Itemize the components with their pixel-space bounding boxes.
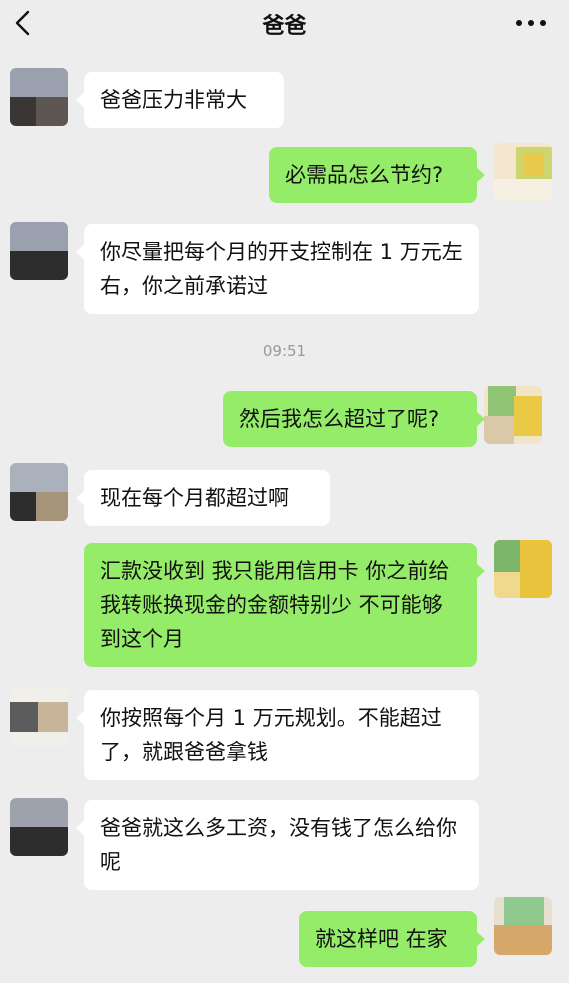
user-avatar[interactable] (494, 897, 552, 955)
contact-avatar[interactable] (10, 463, 68, 521)
message-timestamp: 09:51 (262, 342, 307, 360)
chat-header: 爸爸 (0, 0, 569, 48)
message-bubble-sent[interactable]: 然后我怎么超过了呢? (223, 391, 485, 447)
message-bubble-received[interactable]: 爸爸压力非常大 (76, 72, 284, 128)
chat-screen: 爸爸 爸爸压力非常大 必需品怎么节约? 你尽量把每个月的开支控制在 1 万元左右… (0, 0, 569, 983)
message-bubble-received[interactable]: 你尽量把每个月的开支控制在 1 万元左右，你之前承诺过 (76, 224, 479, 314)
message-bubble-sent[interactable]: 汇款没收到 我只能用信用卡 你之前给我转账换现金的金额特别少 不可能够到这个月 (84, 543, 485, 667)
contact-avatar[interactable] (10, 688, 68, 746)
message-bubble-sent[interactable]: 就这样吧 在家 (299, 911, 485, 967)
contact-avatar[interactable] (10, 68, 68, 126)
message-bubble-sent[interactable]: 必需品怎么节约? (269, 147, 485, 203)
user-avatar[interactable] (494, 540, 552, 598)
contact-avatar[interactable] (10, 798, 68, 856)
chat-title: 爸爸 (262, 14, 307, 39)
ellipsis-icon (516, 20, 546, 26)
message-bubble-received[interactable]: 你按照每个月 1 万元规划。不能超过了，就跟爸爸拿钱 (76, 690, 479, 780)
user-avatar[interactable] (494, 143, 552, 201)
contact-avatar[interactable] (10, 222, 68, 280)
message-bubble-received[interactable]: 爸爸就这么多工资，没有钱了怎么给你呢 (76, 800, 479, 890)
more-options-button[interactable] (511, 8, 551, 38)
message-bubble-received[interactable]: 现在每个月都超过啊 (76, 470, 330, 526)
user-avatar[interactable] (484, 386, 542, 444)
